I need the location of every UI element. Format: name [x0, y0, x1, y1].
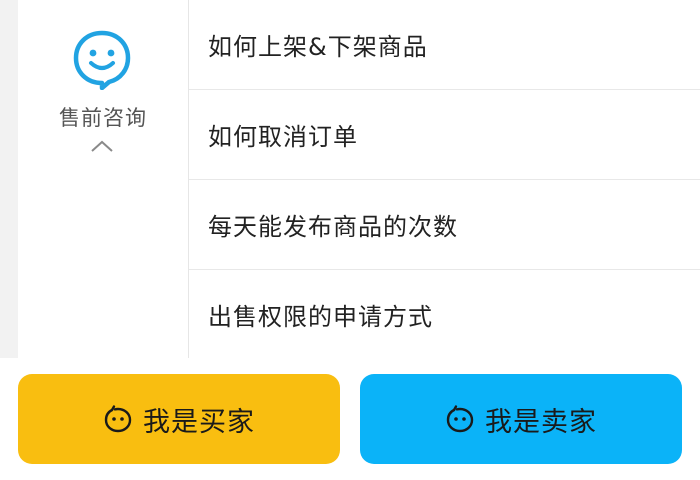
category-column: 售前咨询 — [18, 0, 189, 358]
question-item[interactable]: 出售权限的申请方式 — [189, 270, 700, 359]
seller-button-label: 我是卖家 — [485, 406, 597, 438]
chevron-up-icon[interactable] — [90, 139, 114, 153]
category-label: 售前咨询 — [59, 106, 147, 130]
smile-face-icon — [446, 405, 474, 433]
question-item[interactable]: 每天能发布商品的次数 — [189, 180, 700, 270]
question-text: 出售权限的申请方式 — [208, 303, 433, 331]
question-text: 如何上架&下架商品 — [208, 33, 428, 61]
question-item[interactable]: 如何上架&下架商品 — [189, 0, 700, 90]
buyer-button-label: 我是买家 — [143, 406, 255, 438]
seller-button[interactable]: 我是卖家 — [360, 374, 682, 464]
smile-face-icon — [104, 405, 132, 433]
buyer-button[interactable]: 我是买家 — [18, 374, 340, 464]
question-text: 每天能发布商品的次数 — [208, 213, 458, 241]
question-list: 如何上架&下架商品 如何取消订单 每天能发布商品的次数 出售权限的申请方式 — [189, 0, 700, 359]
question-text: 如何取消订单 — [208, 123, 358, 151]
bottom-bar: 我是买家 我是卖家 — [0, 358, 700, 480]
chat-smile-icon — [73, 30, 131, 90]
question-item[interactable]: 如何取消订单 — [189, 90, 700, 180]
faq-panel: 售前咨询 如何上架&下架商品 如何取消订单 每天能发布商品的次数 出售权限的申请… — [18, 0, 700, 358]
